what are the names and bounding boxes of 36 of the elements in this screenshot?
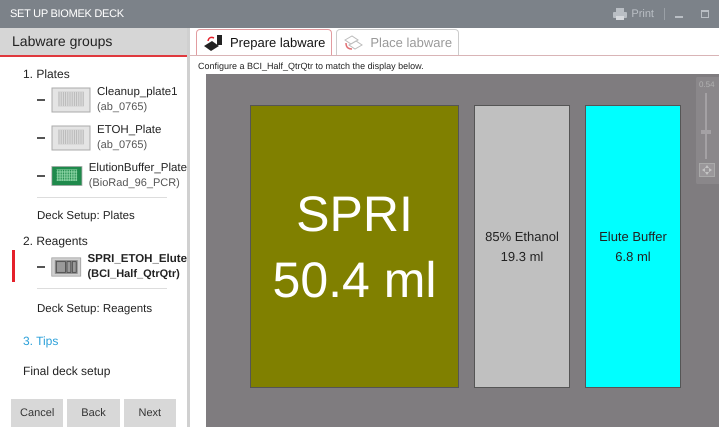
footer-button[interactable]: Next (124, 399, 176, 427)
footer-button[interactable]: Cancel (11, 399, 64, 427)
labware-name[interactable]: SPRI_ETOH_Elute (88, 252, 187, 267)
group-title[interactable]: 2. Reagents (23, 234, 187, 248)
move-icon[interactable] (699, 163, 715, 177)
plate-with-bottle-icon (203, 34, 225, 52)
plates-icon (343, 34, 366, 52)
instruction-text: Configure a BCI_Half_QtrQtr to match the display below. (197, 60, 425, 73)
maximize-icon[interactable] (701, 10, 709, 18)
group-title[interactable]: Final deck setup (23, 364, 187, 378)
footer-button[interactable]: Back (67, 399, 120, 427)
labware-type: (ab_0765) (97, 100, 148, 115)
well-label: 50.4 ml (272, 250, 436, 310)
setup-link[interactable]: Deck Setup: Reagents (23, 302, 187, 316)
panel-header: Labware groups (12, 32, 112, 51)
plate-icon (51, 163, 83, 189)
well-label: 6.8 ml (615, 248, 651, 266)
labware-name[interactable]: ETOH_Plate (97, 123, 162, 138)
tab[interactable]: Prepare labware (196, 29, 332, 55)
labware-type: (BioRad_96_PCR) (88, 176, 181, 191)
well-label: 85% Ethanol (485, 228, 559, 246)
plate-icon (51, 87, 91, 113)
well-label: SPRI (296, 184, 413, 244)
labware-type: (BCI_Half_QtrQtr) (88, 267, 181, 282)
printer-icon[interactable] (613, 8, 628, 20)
well-label: Elute Buffer (599, 228, 667, 246)
setup-link[interactable]: Deck Setup: Plates (23, 209, 187, 223)
zoom-slider[interactable] (701, 93, 711, 159)
well-label: 19.3 ml (500, 248, 544, 266)
labware-name[interactable]: Cleanup_plate1 (97, 85, 178, 100)
labware-type: (ab_0765) (97, 138, 148, 153)
window-title: SET UP BIOMEK DECK (10, 6, 124, 22)
group-title[interactable]: 1. Plates (23, 67, 187, 81)
plate-icon (51, 125, 91, 151)
labware-name[interactable]: ElutionBuffer_Plate (88, 161, 187, 176)
slider-thumb[interactable] (701, 130, 711, 134)
